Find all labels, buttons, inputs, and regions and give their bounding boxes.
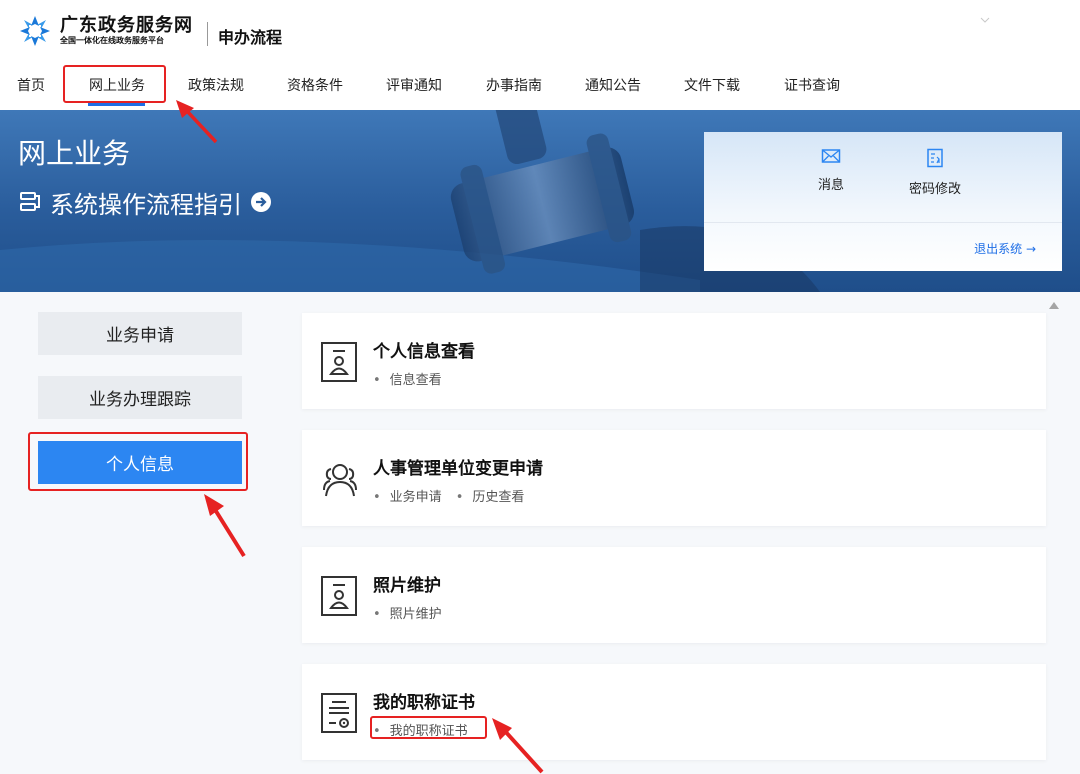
nav-item-home[interactable]: 首页: [17, 75, 45, 95]
messages-button[interactable]: 消息: [814, 148, 848, 193]
card-link-business-application[interactable]: 业务申请: [373, 486, 442, 505]
page-section-title: 申办流程: [218, 28, 283, 47]
password-change-button[interactable]: 密码修改: [904, 148, 966, 197]
nav-item-policies[interactable]: 政策法规: [188, 75, 244, 95]
brand-name: 广东政务服务网: [60, 15, 193, 36]
highlight-box-sidebar: [28, 432, 248, 491]
content-scroll-up-icon[interactable]: [1049, 302, 1059, 309]
sidebar-item-business-application[interactable]: 业务申请: [38, 312, 242, 355]
highlight-box-certificate-link: [370, 716, 487, 739]
card-title: 照片维护: [373, 576, 441, 596]
arrow-annotation-certificate: [492, 718, 544, 774]
card-links: 信息查看: [373, 369, 456, 388]
site-header: 广东政务服务网 全国一体化在线政务服务平台 申办流程: [0, 0, 1080, 62]
header-divider: [207, 22, 208, 46]
certificate-icon: [321, 693, 357, 733]
arrow-annotation-nav: [176, 100, 218, 144]
nav-item-certificate-query[interactable]: 证书查询: [784, 75, 840, 95]
nav-item-review-notices[interactable]: 评审通知: [386, 75, 442, 95]
nav-item-guide[interactable]: 办事指南: [486, 75, 542, 95]
chevron-down-icon[interactable]: [980, 16, 990, 24]
document-edit-icon: [927, 148, 943, 168]
arrow-right-circle-icon: [251, 192, 271, 212]
arrow-annotation-sidebar: [204, 494, 246, 558]
card-title: 我的职称证书: [373, 693, 475, 713]
brand: 广东政务服务网 全国一体化在线政务服务平台: [60, 16, 193, 46]
highlight-box-nav: [63, 65, 166, 103]
nav-item-qualifications[interactable]: 资格条件: [287, 75, 343, 95]
nav-item-downloads[interactable]: 文件下载: [684, 75, 740, 95]
panel-divider: [704, 222, 1062, 223]
card-personal-info-view[interactable]: 个人信息查看 信息查看: [302, 313, 1046, 409]
card-title: 人事管理单位变更申请: [373, 459, 543, 479]
id-card-icon: [321, 576, 357, 616]
card-link-photo-maintenance[interactable]: 照片维护: [373, 603, 442, 622]
id-card-icon: [321, 342, 357, 382]
sidebar-item-business-tracking[interactable]: 业务办理跟踪: [38, 376, 242, 419]
messages-label: 消息: [817, 178, 844, 193]
users-icon: [323, 464, 357, 497]
card-link-history-view[interactable]: 历史查看: [456, 486, 524, 505]
flow-icon: [20, 192, 40, 211]
card-my-title-certificate[interactable]: 我的职称证书 我的职称证书: [302, 664, 1046, 760]
card-employer-change-application[interactable]: 人事管理单位变更申请 业务申请 历史查看: [302, 430, 1046, 526]
password-change-label: 密码修改: [908, 182, 961, 197]
card-photo-maintenance[interactable]: 照片维护 照片维护: [302, 547, 1046, 643]
banner-title: 网上业务: [18, 137, 131, 170]
logo-icon[interactable]: [18, 14, 52, 48]
operation-guide-link[interactable]: 系统操作流程指引: [18, 184, 272, 220]
card-links: 照片维护: [373, 603, 456, 622]
operation-guide-label: 系统操作流程指引: [50, 190, 242, 219]
nav-active-indicator: [88, 103, 145, 106]
user-quick-panel: 消息 密码修改 退出系统 →: [704, 132, 1062, 271]
card-link-info-view[interactable]: 信息查看: [373, 369, 442, 388]
card-title: 个人信息查看: [373, 342, 475, 362]
brand-subtitle: 全国一体化在线政务服务平台: [60, 36, 164, 45]
card-links: 业务申请 历史查看: [373, 486, 538, 505]
nav-item-announcements[interactable]: 通知公告: [585, 75, 641, 95]
logout-link[interactable]: 退出系统 →: [974, 240, 1036, 257]
mail-icon: [821, 149, 841, 163]
